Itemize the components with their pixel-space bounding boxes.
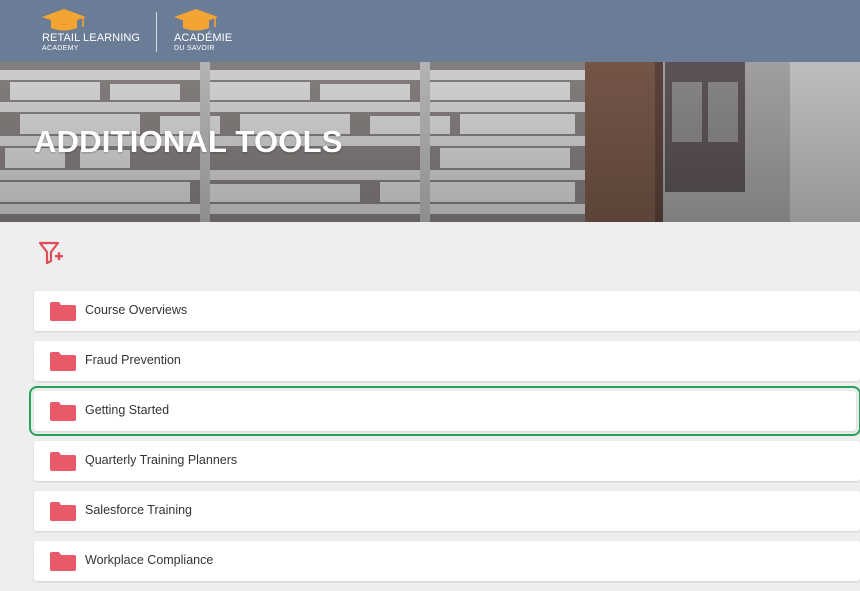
graduation-cap-icon xyxy=(174,9,218,31)
filter-add-icon xyxy=(38,241,63,265)
folder-icon xyxy=(50,302,76,321)
hero-banner: ADDITIONAL TOOLS xyxy=(0,62,860,222)
folder-label: Fraud Prevention xyxy=(85,353,181,367)
folder-icon xyxy=(50,502,76,521)
folder-label: Getting Started xyxy=(85,403,170,417)
folder-row-quarterly-training-planners[interactable]: Quarterly Training Planners xyxy=(34,441,860,481)
folder-icon xyxy=(50,352,76,371)
page-title: ADDITIONAL TOOLS xyxy=(34,124,343,159)
folder-row-salesforce-training[interactable]: Salesforce Training xyxy=(34,491,860,531)
logo-primary-line1: RETAIL LEARNING xyxy=(42,32,141,44)
folder-icon xyxy=(50,452,76,471)
folder-row-fraud-prevention[interactable]: Fraud Prevention xyxy=(34,341,860,381)
top-header: RETAIL LEARNING ACADEMY ACADÉMIE DU SAVO… xyxy=(0,0,860,62)
logo-secondary-line1: ACADÉMIE xyxy=(174,32,233,44)
folder-label: Salesforce Training xyxy=(85,503,193,517)
academie-du-savoir-logo[interactable]: ACADÉMIE DU SAVOIR xyxy=(172,8,252,56)
folder-label: Course Overviews xyxy=(85,303,188,317)
logo-secondary-line2: DU SAVOIR xyxy=(174,45,215,52)
folder-label: Workplace Compliance xyxy=(85,553,214,567)
folder-icon xyxy=(50,552,76,571)
folder-row-workplace-compliance[interactable]: Workplace Compliance xyxy=(34,541,860,581)
folder-label: Quarterly Training Planners xyxy=(85,453,238,467)
retail-learning-academy-logo[interactable]: RETAIL LEARNING ACADEMY xyxy=(40,8,150,56)
folder-list: Course Overviews Fraud Prevention Gettin… xyxy=(29,291,860,591)
folder-row-course-overviews[interactable]: Course Overviews xyxy=(34,291,860,331)
folder-row-getting-started[interactable]: Getting Started xyxy=(29,386,860,436)
graduation-cap-icon xyxy=(42,9,86,31)
filter-add-button[interactable] xyxy=(38,240,64,266)
logo-divider xyxy=(156,12,157,52)
folder-icon xyxy=(50,402,76,421)
logo-primary-line2: ACADEMY xyxy=(42,45,79,52)
